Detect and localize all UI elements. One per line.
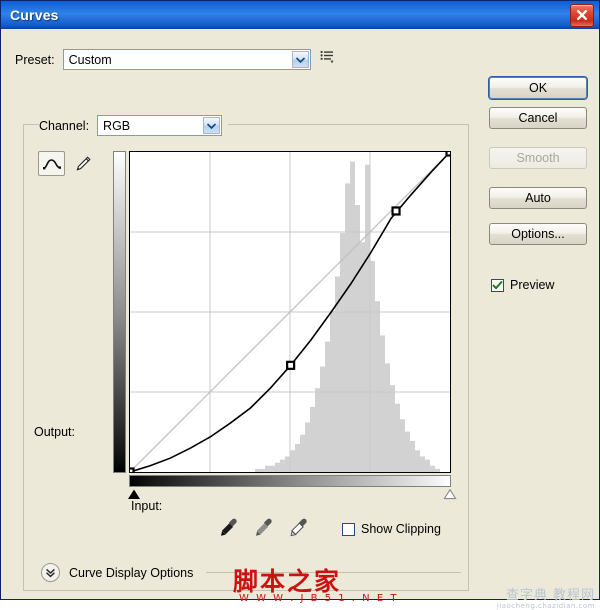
preset-row: Preset: Custom (15, 49, 336, 70)
preset-label: Preset: (15, 52, 55, 67)
show-clipping-label: Show Clipping (361, 522, 441, 536)
eyedropper-icon (221, 518, 237, 536)
eyedropper-icon (290, 518, 307, 537)
input-gradient-bar (129, 475, 451, 487)
preset-dropdown[interactable]: Custom (62, 49, 311, 70)
preview-label: Preview (510, 278, 555, 292)
ok-button[interactable]: OK (489, 77, 587, 99)
curve-display-options-label: Curve Display Options (69, 565, 194, 580)
watermark-corner: 查字典 教程网 jiaocheng.chazidian.com (497, 589, 595, 610)
eyedropper-group (219, 517, 309, 544)
chevron-down-icon[interactable] (291, 51, 309, 68)
preset-list-menu-icon[interactable] (320, 50, 336, 69)
output-gradient-bar (113, 151, 126, 473)
curve-plot-svg[interactable] (130, 152, 450, 472)
close-x-icon (577, 10, 587, 20)
pencil-tool-icon[interactable] (69, 151, 96, 176)
check-icon (492, 280, 503, 290)
channel-label: Channel: (39, 118, 90, 133)
window-title: Curves (10, 7, 59, 23)
hollow-triangle-slider (443, 489, 457, 500)
dialog-body: Preset: Custom Channel: RGB Output: Inpu… (1, 29, 599, 609)
close-button[interactable] (570, 4, 594, 27)
title-bar: Curves (1, 1, 599, 29)
output-label: Output: (34, 425, 75, 439)
preview-row[interactable]: Preview (491, 278, 554, 292)
black-point-eyedropper[interactable] (219, 517, 239, 544)
gray-point-eyedropper[interactable] (254, 517, 274, 544)
channel-row: Channel: RGB (39, 115, 229, 136)
dialog-buttons: OK Cancel Smooth Auto Options... (489, 77, 587, 245)
eyedropper-icon (256, 518, 272, 536)
auto-button[interactable]: Auto (489, 187, 587, 209)
curves-dialog: Curves Preset: Custom Channel: RGB Outpu… (0, 0, 600, 609)
curve-pencil-tool-icon[interactable] (38, 151, 65, 176)
watermark-sub: W W W . J B 5 1 . N E T (239, 593, 399, 604)
chevron-down-icon[interactable] (203, 117, 221, 134)
cancel-button[interactable]: Cancel (489, 107, 587, 129)
options-button[interactable]: Options... (489, 223, 587, 245)
curve-plot-area[interactable] (129, 151, 451, 473)
curve-tools (38, 151, 96, 176)
divider (206, 572, 461, 573)
watermark-corner-subtext: jiaocheng.chazidian.com (496, 601, 595, 610)
show-clipping-checkbox[interactable] (342, 522, 355, 536)
double-chevron-down-icon[interactable] (41, 563, 60, 582)
preview-checkbox[interactable] (491, 278, 504, 292)
channel-value: RGB (103, 118, 131, 133)
smooth-button: Smooth (489, 147, 587, 169)
watermark-corner-text: 查字典 教程网 (505, 588, 595, 603)
channel-dropdown[interactable]: RGB (97, 115, 223, 136)
curve-display-options-row[interactable]: Curve Display Options (41, 563, 461, 582)
show-clipping-row[interactable]: Show Clipping (342, 522, 441, 536)
white-point-eyedropper[interactable] (289, 517, 309, 544)
preset-value: Custom (68, 52, 112, 67)
input-label: Input: (131, 499, 163, 513)
